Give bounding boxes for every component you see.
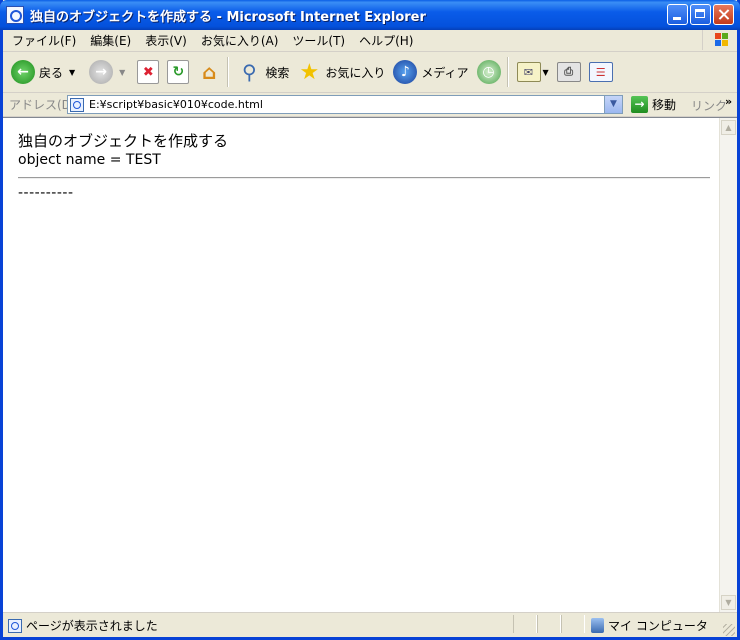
back-arrow-icon: ← — [11, 60, 35, 84]
computer-icon — [591, 618, 604, 633]
zone-label: マイ コンピュータ — [608, 619, 708, 633]
mail-dropdown-icon[interactable]: ▼ — [543, 68, 549, 77]
menu-edit[interactable]: 編集(E) — [83, 32, 138, 49]
stop-icon: ✖ — [137, 60, 160, 84]
standard-toolbar: ← 戻る ▼ → ▼ ✖ ↻ ⌂ ⚲ 検索 ★ お気に入り ♪ メディア ◷ ✉… — [3, 52, 737, 93]
refresh-icon: ↻ — [167, 60, 190, 84]
scroll-up-icon[interactable]: ▲ — [721, 120, 736, 135]
printer-icon: ⎙ — [556, 62, 581, 82]
refresh-button[interactable]: ↻ — [167, 60, 190, 84]
media-label: メディア — [421, 65, 469, 80]
dash-line: ---------- — [18, 185, 74, 201]
back-button[interactable]: ← 戻る ▼ — [11, 60, 75, 84]
address-dropdown-icon[interactable]: ▼ — [604, 96, 622, 113]
resize-grip-icon[interactable] — [723, 624, 735, 636]
maximize-button[interactable] — [690, 4, 711, 25]
menu-tools[interactable]: ツール(T) — [285, 32, 352, 49]
forward-arrow-icon: → — [89, 60, 114, 84]
window-title: 独自のオブジェクトを作成する - Microsoft Internet Expl… — [30, 9, 426, 25]
edit-button[interactable]: ☰ — [588, 62, 613, 82]
media-button[interactable]: ♪ メディア — [393, 60, 469, 84]
security-zone: マイ コンピュータ — [591, 617, 708, 634]
home-button[interactable]: ⌂ — [197, 60, 221, 84]
page-content: 独自のオブジェクトを作成する object name = TEST ------… — [18, 131, 710, 201]
menu-view[interactable]: 表示(V) — [138, 32, 194, 49]
search-icon: ⚲ — [242, 60, 257, 84]
status-panel — [513, 615, 537, 633]
go-arrow-icon: → — [631, 96, 648, 113]
page-heading: 独自のオブジェクトを作成する — [18, 132, 229, 150]
minimize-button[interactable] — [667, 4, 688, 25]
forward-dropdown-icon[interactable]: ▼ — [119, 68, 125, 77]
menu-favorites[interactable]: お気に入り(A) — [194, 32, 286, 49]
menu-file[interactable]: ファイル(F) — [3, 32, 83, 49]
edit-page-icon: ☰ — [588, 62, 613, 82]
close-button[interactable] — [713, 4, 734, 25]
address-bar: アドレス(D) E:¥script¥basic¥010¥code.html ▼ … — [3, 93, 737, 117]
browser-window: 独自のオブジェクトを作成する - Microsoft Internet Expl… — [0, 0, 740, 640]
mail-icon: ✉ — [516, 62, 541, 82]
star-icon: ★ — [299, 59, 320, 85]
toolbar-separator — [506, 57, 509, 87]
status-panel — [537, 615, 561, 633]
window-controls — [667, 4, 734, 25]
menu-help[interactable]: ヘルプ(H) — [352, 32, 420, 49]
back-dropdown-icon[interactable]: ▼ — [69, 68, 75, 77]
search-label: 検索 — [265, 65, 290, 80]
output-line: object name = TEST — [18, 152, 161, 168]
address-label: アドレス(D) — [9, 98, 76, 112]
favorites-label: お気に入り — [325, 65, 386, 80]
address-url[interactable]: E:¥script¥basic¥010¥code.html — [89, 98, 263, 111]
print-button[interactable]: ⎙ — [556, 62, 581, 82]
status-bar: ページが表示されました マイ コンピュータ — [3, 612, 737, 638]
go-button[interactable]: → 移動 — [631, 96, 676, 113]
page-done-icon — [8, 618, 22, 633]
status-panels — [513, 615, 585, 633]
scroll-down-icon[interactable]: ▼ — [721, 595, 736, 610]
status-panel — [561, 615, 585, 633]
windows-logo-icon — [702, 30, 735, 50]
go-label: 移動 — [652, 98, 677, 112]
page-viewport: 独自のオブジェクトを作成する object name = TEST ------… — [3, 117, 737, 612]
mail-button[interactable]: ✉ ▼ — [516, 62, 549, 82]
toolbar-separator — [227, 57, 230, 87]
vertical-scrollbar[interactable]: ▲ ▼ — [719, 118, 737, 612]
media-icon: ♪ — [393, 60, 418, 84]
links-label[interactable]: リンク — [691, 97, 727, 114]
favorites-button[interactable]: ★ お気に入り — [297, 59, 386, 85]
back-label: 戻る — [39, 65, 64, 80]
menu-bar: ファイル(F) 編集(E) 表示(V) お気に入り(A) ツール(T) ヘルプ(… — [3, 30, 737, 52]
title-bar[interactable]: 独自のオブジェクトを作成する - Microsoft Internet Expl… — [0, 0, 740, 30]
chevron-right-icon[interactable]: » — [725, 95, 732, 108]
status-text: ページが表示されました — [26, 619, 158, 633]
ie-page-icon — [70, 97, 84, 112]
ie-page-icon — [6, 6, 24, 24]
home-icon: ⌂ — [202, 60, 217, 84]
history-button[interactable]: ◷ — [476, 60, 501, 84]
search-button[interactable]: ⚲ 検索 — [237, 60, 289, 84]
address-field[interactable]: E:¥script¥basic¥010¥code.html ▼ — [67, 95, 623, 114]
history-icon: ◷ — [476, 60, 501, 84]
stop-button[interactable]: ✖ — [137, 60, 160, 84]
forward-button[interactable]: → ▼ — [89, 60, 125, 84]
horizontal-rule — [18, 177, 710, 179]
